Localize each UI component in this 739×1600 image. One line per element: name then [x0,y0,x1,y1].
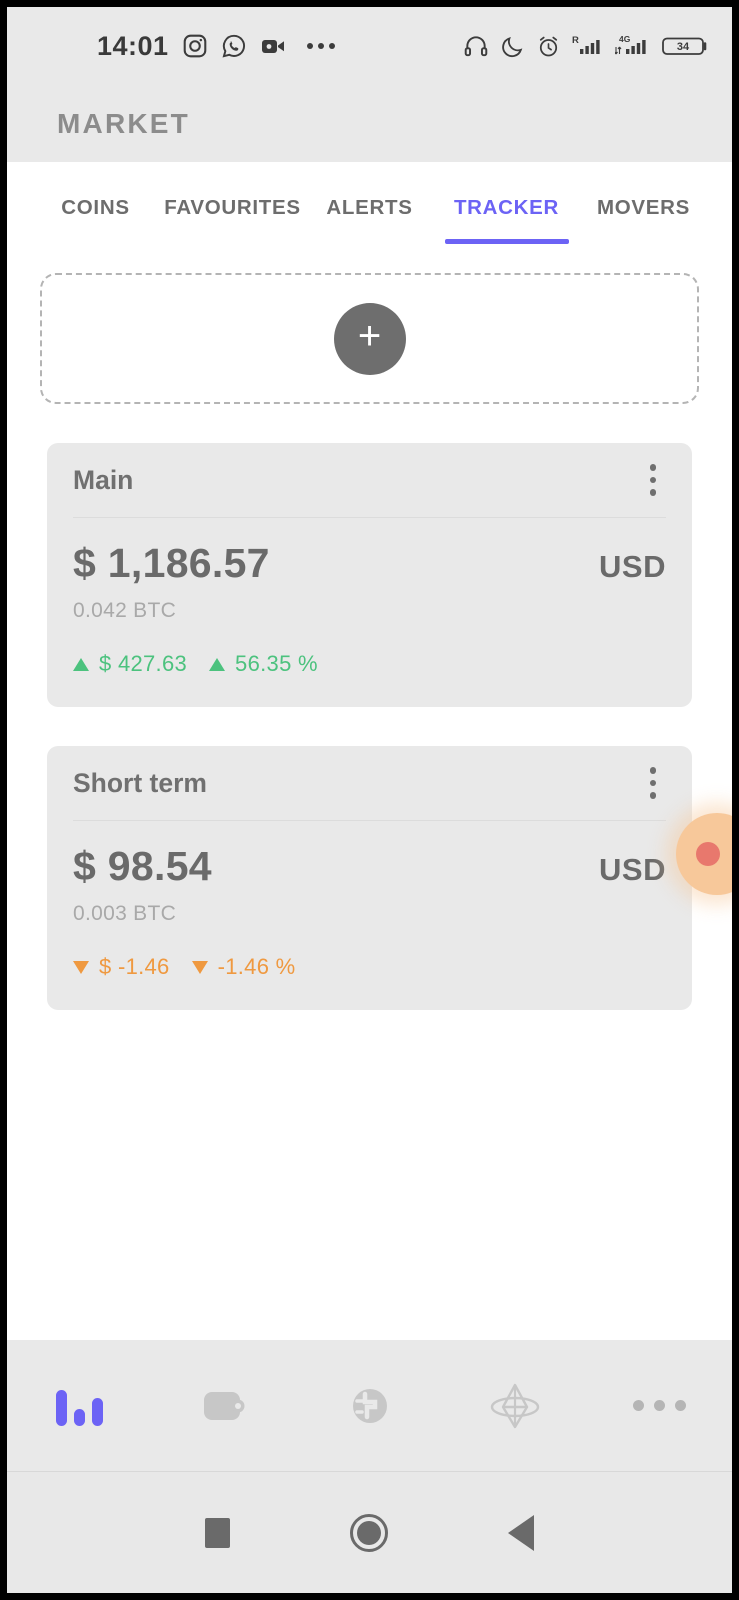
video-camera-icon [260,33,288,59]
portfolio-card[interactable]: Short term $ 98.54 USD 0.003 BTC $ -1.46… [47,746,692,1010]
status-bar: 14:01 [7,7,732,85]
portfolio-menu-icon[interactable] [640,759,667,807]
phone-screen: 14:01 [0,0,739,1600]
portfolio-change-row: $ -1.46 -1.46 % [73,954,666,980]
portfolio-change-value-group: $ 427.63 [73,651,187,677]
wallet-icon [199,1383,251,1429]
android-navigation-bar [7,1471,732,1593]
portfolio-card-header: Main [73,443,666,518]
nav-item-market[interactable] [7,1340,152,1471]
tab-tracker[interactable]: TRACKER [438,162,575,254]
tab-favourites-label: FAVOURITES [164,196,300,220]
portfolio-btc-value: 0.042 BTC [73,599,666,623]
app-bar: MARKET [7,85,732,162]
portfolio-change-percent: -1.46 % [218,954,296,980]
triangle-down-icon [192,961,208,974]
portfolio-change-percent-group: 56.35 % [209,651,318,677]
portfolio-card-header: Short term [73,746,666,821]
triangle-up-icon [209,658,225,671]
portfolio-change-percent-group: -1.46 % [192,954,296,980]
plus-icon: + [358,316,381,356]
battery-level-label: 34 [677,41,690,53]
more-dots-icon [633,1400,686,1411]
portfolio-amount-row: $ 1,186.57 USD [73,540,666,587]
portfolio-currency: USD [599,549,666,585]
portfolio-change-value: $ 427.63 [99,651,187,677]
nav-item-more[interactable] [587,1340,732,1471]
add-portfolio-button[interactable]: + [334,303,406,375]
tab-alerts-label: ALERTS [326,196,412,220]
headphones-icon [463,33,489,59]
page-title: MARKET [57,108,190,140]
status-bar-clock: 14:01 [97,31,169,62]
back-triangle-icon[interactable] [508,1515,534,1551]
status-bar-right: R 4G 34 [463,33,710,59]
portfolio-change-value-group: $ -1.46 [73,954,170,980]
4g-signal-icon: 4G [615,33,651,59]
tab-coins-label: COINS [61,196,129,220]
portfolio-currency: USD [599,852,666,888]
tab-coins[interactable]: COINS [27,162,164,254]
portfolio-menu-icon[interactable] [640,456,667,504]
recents-square-icon[interactable] [205,1518,230,1548]
svg-text:4G: 4G [619,34,631,44]
triangle-down-icon [73,961,89,974]
portfolio-list: Main $ 1,186.57 USD 0.042 BTC $ 427.63 5… [7,443,732,1010]
roaming-signal-icon: R [572,33,604,59]
status-bar-left: 14:01 [97,31,335,62]
portfolio-btc-value: 0.003 BTC [73,902,666,926]
bottom-navigation [7,1340,732,1471]
portfolio-name: Main [73,465,133,496]
portfolio-amount-row: $ 98.54 USD [73,843,666,890]
instagram-icon [182,33,208,59]
whatsapp-icon [221,33,247,59]
triangle-up-icon [73,658,89,671]
battery-icon: 34 [662,33,710,59]
market-bars-icon [56,1386,103,1426]
status-overflow-dots-icon [307,43,335,49]
tab-alerts[interactable]: ALERTS [301,162,438,254]
portfolio-card[interactable]: Main $ 1,186.57 USD 0.042 BTC $ 427.63 5… [47,443,692,707]
portfolio-change-row: $ 427.63 56.35 % [73,651,666,677]
tab-bar: COINS FAVOURITES ALERTS TRACKER MOVERS [7,162,732,254]
tab-movers[interactable]: MOVERS [575,162,712,254]
tab-favourites[interactable]: FAVOURITES [164,162,301,254]
portfolio-change-percent: 56.35 % [235,651,318,677]
svg-text:R: R [572,35,579,46]
home-circle-icon[interactable] [350,1514,388,1552]
portfolio-amount: $ 98.54 [73,843,212,890]
portfolio-orbit-icon [485,1380,545,1432]
add-portfolio-dropzone[interactable]: + [40,273,699,404]
alarm-clock-icon [536,34,561,59]
nav-item-wallet[interactable] [152,1340,297,1471]
portfolio-change-value: $ -1.46 [99,954,170,980]
news-globe-icon [345,1381,395,1431]
tab-movers-label: MOVERS [597,196,690,220]
do-not-disturb-moon-icon [500,34,525,59]
portfolio-amount: $ 1,186.57 [73,540,270,587]
nav-item-portfolio[interactable] [442,1340,587,1471]
portfolio-name: Short term [73,768,207,799]
tab-tracker-label: TRACKER [454,196,559,220]
nav-item-news[interactable] [297,1340,442,1471]
